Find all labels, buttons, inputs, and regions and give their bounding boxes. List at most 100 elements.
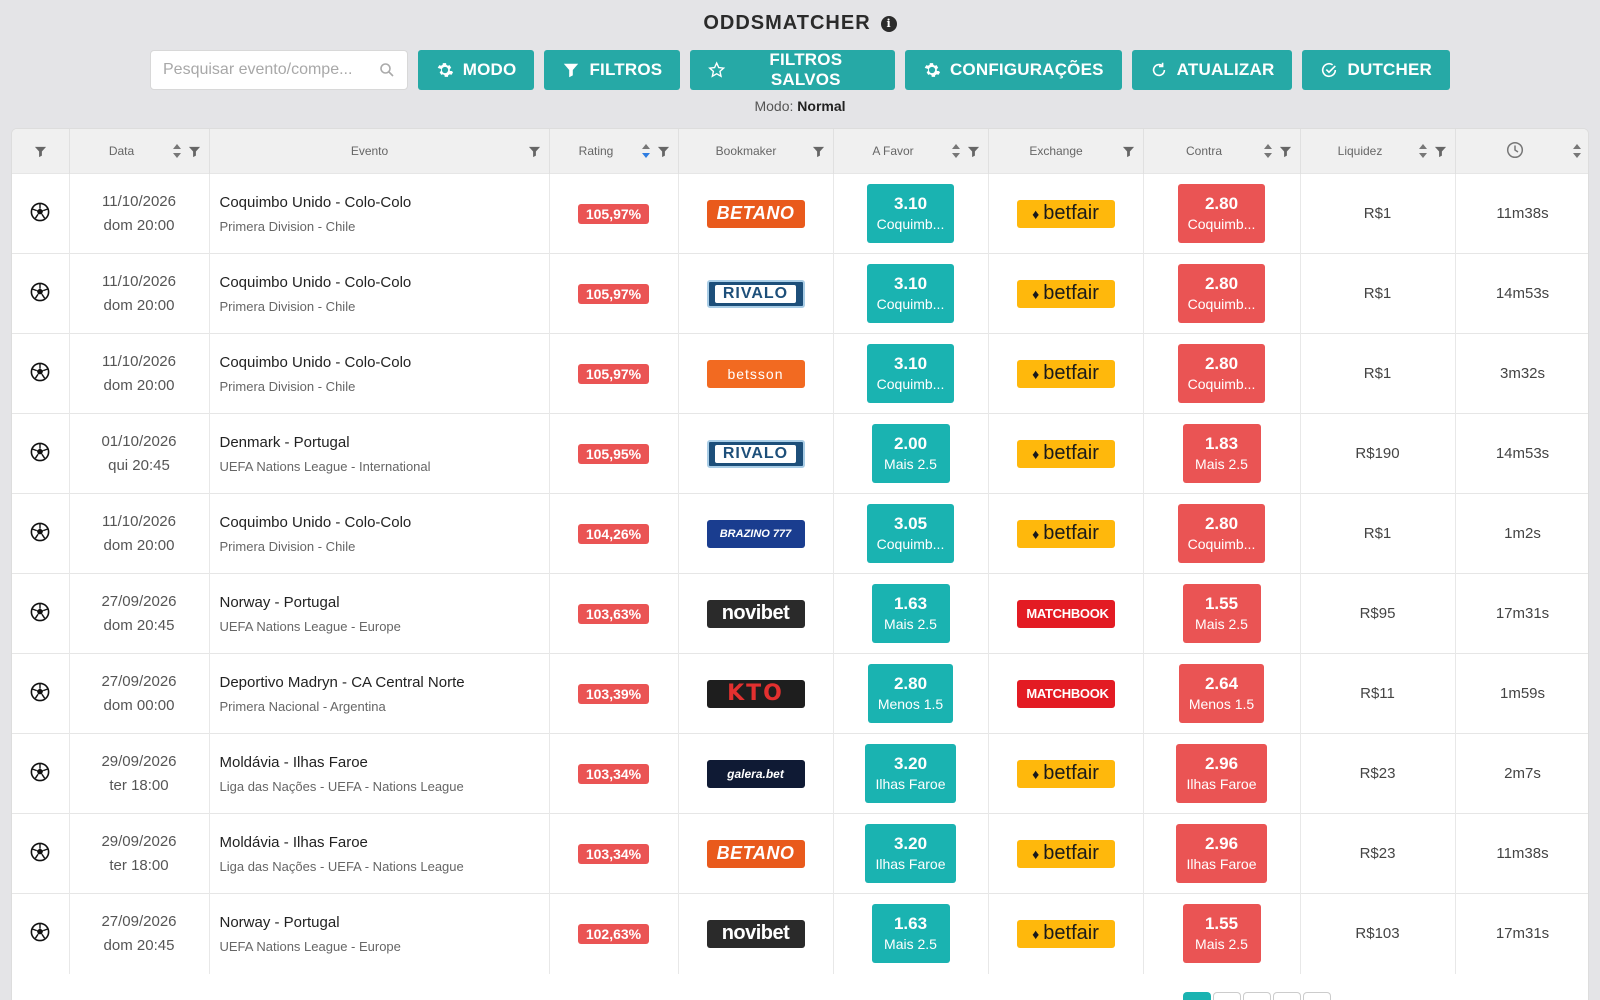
table-row[interactable]: 27/09/2026 dom 00:00 Deportivo Madryn - … bbox=[12, 653, 1588, 734]
lay-odd-button[interactable]: 2.64 Menos 1.5 bbox=[1178, 664, 1265, 723]
exchange-cell[interactable]: ♦ betfair bbox=[988, 413, 1144, 494]
page-button[interactable] bbox=[1183, 992, 1211, 1000]
filter-icon[interactable] bbox=[1122, 145, 1135, 158]
bookmaker-logo[interactable]: betsson bbox=[706, 359, 805, 388]
contra-cell[interactable]: 2.80 Coquimb... bbox=[1143, 493, 1301, 574]
filter-icon[interactable] bbox=[657, 145, 670, 158]
settings-button[interactable]: CONFIGURAÇÕES bbox=[904, 50, 1122, 90]
bookmaker-cell[interactable]: betsson bbox=[678, 333, 834, 414]
table-row[interactable]: 01/10/2026 qui 20:45 Denmark - Portugal … bbox=[12, 413, 1588, 494]
favor-cell[interactable]: 1.63 Mais 2.5 bbox=[833, 893, 989, 974]
contra-cell[interactable]: 1.55 Mais 2.5 bbox=[1143, 893, 1301, 974]
favor-cell[interactable]: 3.10 Coquimb... bbox=[833, 173, 989, 254]
favor-cell[interactable]: 1.63 Mais 2.5 bbox=[833, 573, 989, 654]
back-odd-button[interactable]: 1.63 Mais 2.5 bbox=[871, 584, 950, 643]
exchange-logo[interactable]: ♦ betfair bbox=[1016, 359, 1115, 388]
event-cell[interactable]: Coquimbo Unido - Colo-Colo Primera Divis… bbox=[209, 173, 550, 254]
table-row[interactable]: 11/10/2026 dom 20:00 Coquimbo Unido - Co… bbox=[12, 333, 1588, 414]
event-name[interactable]: Moldávia - Ilhas Faroe bbox=[220, 754, 549, 771]
contra-cell[interactable]: 1.55 Mais 2.5 bbox=[1143, 573, 1301, 654]
page-button[interactable] bbox=[1243, 992, 1271, 1000]
event-name[interactable]: Deportivo Madryn - CA Central Norte bbox=[220, 674, 549, 691]
table-row[interactable]: 27/09/2026 dom 20:45 Norway - Portugal U… bbox=[12, 573, 1588, 654]
event-name[interactable]: Coquimbo Unido - Colo-Colo bbox=[220, 274, 549, 291]
exchange-logo[interactable]: ♦ betfair bbox=[1016, 839, 1115, 868]
bookmaker-cell[interactable]: novibet bbox=[678, 893, 834, 974]
event-name[interactable]: Moldávia - Ilhas Faroe bbox=[220, 834, 549, 851]
lay-odd-button[interactable]: 2.80 Coquimb... bbox=[1177, 184, 1266, 243]
sort-icon[interactable] bbox=[172, 143, 182, 159]
back-odd-button[interactable]: 2.00 Mais 2.5 bbox=[871, 424, 950, 483]
bookmaker-cell[interactable]: galera.bet bbox=[678, 733, 834, 814]
lay-odd-button[interactable]: 1.83 Mais 2.5 bbox=[1182, 424, 1261, 483]
exchange-cell[interactable]: ♦ betfair bbox=[988, 813, 1144, 894]
exchange-logo[interactable]: ♦ betfair bbox=[1016, 519, 1115, 548]
event-name[interactable]: Denmark - Portugal bbox=[220, 434, 549, 451]
back-odd-button[interactable]: 1.63 Mais 2.5 bbox=[871, 904, 950, 964]
bookmaker-logo[interactable]: RIVALO bbox=[706, 439, 805, 468]
filter-icon[interactable] bbox=[528, 145, 541, 158]
bookmaker-cell[interactable]: BRAZINO 777 bbox=[678, 493, 834, 574]
bookmaker-logo[interactable]: BETANO bbox=[706, 839, 805, 868]
info-icon[interactable]: i bbox=[880, 15, 897, 32]
table-row[interactable]: 11/10/2026 dom 20:00 Coquimbo Unido - Co… bbox=[12, 253, 1588, 334]
event-cell[interactable]: Coquimbo Unido - Colo-Colo Primera Divis… bbox=[209, 333, 550, 414]
lay-odd-button[interactable]: 2.96 Ilhas Faroe bbox=[1176, 744, 1267, 803]
event-cell[interactable]: Norway - Portugal UEFA Nations League - … bbox=[209, 893, 550, 974]
event-name[interactable]: Coquimbo Unido - Colo-Colo bbox=[220, 354, 549, 371]
exchange-cell[interactable]: ♦ betfair bbox=[988, 333, 1144, 414]
favor-cell[interactable]: 3.10 Coquimb... bbox=[833, 253, 989, 334]
exchange-cell[interactable]: MATCHBOOK bbox=[988, 653, 1144, 734]
exchange-logo[interactable]: ♦ betfair bbox=[1016, 199, 1115, 228]
contra-cell[interactable]: 1.83 Mais 2.5 bbox=[1143, 413, 1301, 494]
refresh-button[interactable]: ATUALIZAR bbox=[1131, 50, 1293, 90]
event-cell[interactable]: Norway - Portugal UEFA Nations League - … bbox=[209, 573, 550, 654]
exchange-cell[interactable]: MATCHBOOK bbox=[988, 573, 1144, 654]
search-icon[interactable] bbox=[379, 62, 395, 78]
favor-cell[interactable]: 2.80 Menos 1.5 bbox=[833, 653, 989, 734]
search-input[interactable] bbox=[163, 61, 379, 79]
contra-cell[interactable]: 2.96 Ilhas Faroe bbox=[1143, 813, 1301, 894]
bookmaker-cell[interactable]: novibet bbox=[678, 573, 834, 654]
event-cell[interactable]: Deportivo Madryn - CA Central Norte Prim… bbox=[209, 653, 550, 734]
exchange-logo[interactable]: MATCHBOOK bbox=[1016, 679, 1115, 708]
dutcher-button[interactable]: DUTCHER bbox=[1302, 50, 1450, 90]
lay-odd-button[interactable]: 2.96 Ilhas Faroe bbox=[1176, 824, 1267, 883]
sort-icon[interactable] bbox=[1418, 143, 1428, 159]
event-name[interactable]: Coquimbo Unido - Colo-Colo bbox=[220, 194, 549, 211]
filter-icon[interactable] bbox=[1279, 145, 1292, 158]
table-row[interactable]: 27/09/2026 dom 20:45 Norway - Portugal U… bbox=[12, 893, 1588, 974]
filter-icon[interactable] bbox=[967, 145, 980, 158]
exchange-logo[interactable]: ♦ betfair bbox=[1016, 439, 1115, 468]
back-odd-button[interactable]: 3.20 Ilhas Faroe bbox=[865, 744, 956, 803]
exchange-cell[interactable]: ♦ betfair bbox=[988, 493, 1144, 574]
page-button[interactable] bbox=[1213, 992, 1241, 1000]
lay-odd-button[interactable]: 2.80 Coquimb... bbox=[1177, 504, 1266, 563]
table-row[interactable]: 29/09/2026 ter 18:00 Moldávia - Ilhas Fa… bbox=[12, 733, 1588, 814]
favor-cell[interactable]: 3.10 Coquimb... bbox=[833, 333, 989, 414]
event-cell[interactable]: Coquimbo Unido - Colo-Colo Primera Divis… bbox=[209, 493, 550, 574]
exchange-logo[interactable]: ♦ betfair bbox=[1016, 919, 1115, 948]
back-odd-button[interactable]: 3.10 Coquimb... bbox=[866, 184, 955, 243]
favor-cell[interactable]: 3.20 Ilhas Faroe bbox=[833, 733, 989, 814]
exchange-cell[interactable]: ♦ betfair bbox=[988, 893, 1144, 974]
contra-cell[interactable]: 2.80 Coquimb... bbox=[1143, 173, 1301, 254]
favor-cell[interactable]: 3.20 Ilhas Faroe bbox=[833, 813, 989, 894]
favor-cell[interactable]: 2.00 Mais 2.5 bbox=[833, 413, 989, 494]
page-button[interactable] bbox=[1273, 992, 1301, 1000]
table-row[interactable]: 29/09/2026 ter 18:00 Moldávia - Ilhas Fa… bbox=[12, 813, 1588, 894]
page-button[interactable] bbox=[1303, 992, 1331, 1000]
sort-icon[interactable] bbox=[1263, 143, 1273, 159]
contra-cell[interactable]: 2.64 Menos 1.5 bbox=[1143, 653, 1301, 734]
back-odd-button[interactable]: 3.05 Coquimb... bbox=[866, 504, 955, 563]
bookmaker-logo[interactable]: novibet bbox=[706, 919, 805, 948]
filter-icon[interactable] bbox=[812, 145, 825, 158]
sort-desc-icon[interactable] bbox=[641, 143, 651, 159]
filters-button[interactable]: FILTROS bbox=[544, 50, 681, 90]
filter-icon[interactable] bbox=[34, 145, 47, 158]
bookmaker-logo[interactable]: BRAZINO 777 bbox=[706, 519, 805, 548]
event-name[interactable]: Norway - Portugal bbox=[220, 914, 549, 931]
back-odd-button[interactable]: 3.10 Coquimb... bbox=[866, 264, 955, 323]
filter-icon[interactable] bbox=[188, 145, 201, 158]
sort-icon[interactable] bbox=[1572, 143, 1582, 159]
